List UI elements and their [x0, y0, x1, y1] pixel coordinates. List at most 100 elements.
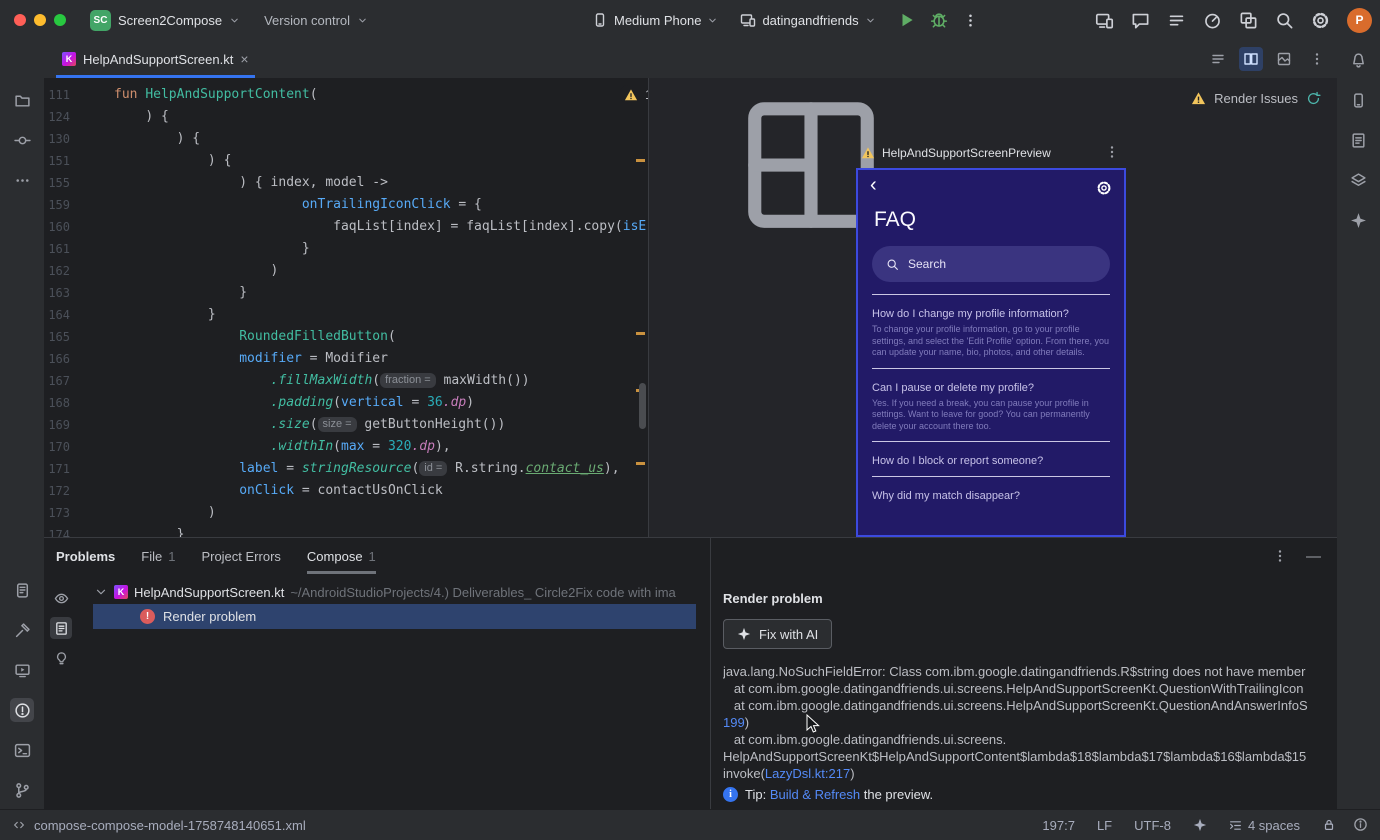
- project-tool-icon[interactable]: [10, 88, 34, 112]
- editor-mode-design-icon[interactable]: [1272, 47, 1296, 71]
- preview-phone-surface[interactable]: ‹ FAQ Search How do I change my profile …: [856, 168, 1126, 537]
- device-selector[interactable]: Medium Phone: [614, 13, 701, 28]
- gemini-tool-icon[interactable]: [1346, 208, 1370, 232]
- right-tool-stripe: [1337, 40, 1380, 810]
- problem-detail-pane: Render problem Fix with AI java.lang.NoS…: [711, 575, 1337, 810]
- version-control-tool-icon[interactable]: [10, 778, 34, 802]
- logcat-tool-icon[interactable]: [10, 578, 34, 602]
- code-line: 168 .padding(vertical = 36.dp): [48, 395, 475, 410]
- fix-with-ai-button[interactable]: Fix with AI: [723, 619, 833, 649]
- code-line: 165 RoundedFilledButton(: [48, 329, 396, 344]
- editor-scrollbar[interactable]: [639, 383, 646, 429]
- problems-file-node[interactable]: K HelpAndSupportScreen.kt ~/AndroidStudi…: [78, 580, 724, 604]
- code-line: 124 ) {: [48, 109, 169, 124]
- vcs-selector[interactable]: Version control: [264, 13, 350, 28]
- problems-tool-icon[interactable]: [10, 698, 34, 722]
- warning-stripe-mark[interactable]: [636, 332, 645, 335]
- problem-node-selected[interactable]: ! Render problem: [93, 604, 696, 629]
- caret-position[interactable]: 197:7: [1042, 818, 1075, 833]
- code-line: 164 }: [48, 307, 216, 322]
- compose-preview-pane: Render Issues HelpAndSupportScreenPrevie…: [649, 78, 1337, 537]
- mouse-cursor: [806, 714, 822, 736]
- show-details-icon[interactable]: [50, 617, 72, 639]
- stack-trace-line: at com.ibm.google.datingandfriends.ui.sc…: [723, 698, 1308, 713]
- editor-mode-code-icon[interactable]: [1206, 47, 1230, 71]
- search-placeholder: Search: [908, 257, 947, 271]
- build-tool-icon[interactable]: [10, 618, 34, 642]
- chevron-down-icon[interactable]: [94, 585, 108, 599]
- code-line: 170 .widthIn(max = 320.dp),: [48, 439, 451, 454]
- chevron-down-icon: [229, 15, 240, 26]
- indent-setting[interactable]: 4 spaces: [1229, 818, 1300, 833]
- code-line: 166 modifier = Modifier: [48, 351, 388, 366]
- build-refresh-link[interactable]: Build & Refresh: [770, 787, 860, 802]
- terminal-tool-icon[interactable]: [10, 738, 34, 762]
- macos-close-button[interactable]: [14, 14, 26, 26]
- code-line: 163 }: [48, 285, 248, 300]
- warning-stripe-mark[interactable]: [636, 159, 645, 162]
- structure-icon[interactable]: [1167, 11, 1186, 30]
- tab-file[interactable]: File 1: [141, 538, 175, 574]
- app-inspection-icon[interactable]: [1239, 11, 1258, 30]
- code-line: 171 label = stringResource(id = R.string…: [48, 461, 620, 476]
- preview-options-kebab[interactable]: [1104, 144, 1120, 160]
- stack-trace-link[interactable]: 199: [723, 715, 745, 730]
- code-line: 160 faqList[index] = faqList[index].copy…: [48, 219, 647, 234]
- tab-compose[interactable]: Compose 1: [306, 538, 376, 574]
- ai-chat-icon[interactable]: [1131, 11, 1150, 30]
- faq-item[interactable]: How do I change my profile information? T…: [872, 294, 1110, 368]
- macos-zoom-button[interactable]: [54, 14, 66, 26]
- editor-mode-split-icon[interactable]: [1239, 47, 1263, 71]
- chevron-down-icon: [707, 15, 718, 26]
- project-selector[interactable]: Screen2Compose: [118, 13, 222, 28]
- macos-minimize-button[interactable]: [34, 14, 46, 26]
- ai-status-icon[interactable]: [1193, 818, 1207, 832]
- stack-trace-link[interactable]: LazyDsl.kt:217: [765, 766, 850, 781]
- refresh-preview-icon[interactable]: [1306, 91, 1321, 106]
- file-encoding[interactable]: UTF-8: [1134, 818, 1171, 833]
- user-avatar[interactable]: P: [1347, 7, 1372, 33]
- code-line: 130 ) {: [48, 131, 201, 146]
- running-devices-tool-icon[interactable]: [10, 658, 34, 682]
- line-separator[interactable]: LF: [1097, 818, 1112, 833]
- warning-stripe-mark[interactable]: [636, 462, 645, 465]
- warning-icon: [1191, 91, 1206, 106]
- editor-tab-title: HelpAndSupportScreen.kt: [83, 51, 234, 67]
- search-everywhere-icon[interactable]: [1275, 11, 1294, 30]
- faq-item[interactable]: How do I block or report someone?: [872, 441, 1110, 476]
- tab-project-errors[interactable]: Project Errors: [201, 538, 280, 574]
- preview-problems-icon[interactable]: [50, 587, 72, 609]
- commit-tool-icon[interactable]: [10, 128, 34, 152]
- kotlin-file-icon: K: [62, 52, 76, 66]
- more-run-options-kebab[interactable]: [962, 12, 979, 29]
- editor-options-kebab[interactable]: [1305, 47, 1329, 71]
- hide-panel-icon[interactable]: —: [1306, 548, 1321, 565]
- status-file-name[interactable]: compose-compose-model-1758748140651.xml: [34, 818, 306, 833]
- panel-options-kebab[interactable]: [1272, 548, 1288, 564]
- ai-star-icon: [737, 627, 751, 641]
- write-lock-icon[interactable]: [1322, 818, 1336, 832]
- profiler-icon[interactable]: [1203, 11, 1222, 30]
- debug-button[interactable]: [930, 11, 948, 29]
- run-config-selector[interactable]: datingandfriends: [762, 13, 858, 28]
- notifications-bell-icon[interactable]: [1346, 48, 1370, 72]
- more-tool-windows-icon[interactable]: [10, 168, 34, 192]
- faq-item[interactable]: Can I pause or delete my profile? Yes. If…: [872, 367, 1110, 442]
- status-info-icon[interactable]: [1353, 817, 1368, 832]
- run-button[interactable]: [898, 11, 916, 29]
- tab-close-icon[interactable]: ×: [240, 52, 248, 66]
- back-chevron-icon: ‹: [870, 174, 877, 196]
- settings-gear-icon[interactable]: [1311, 11, 1330, 30]
- code-line: 162 ): [48, 263, 279, 278]
- editor-tab[interactable]: K HelpAndSupportScreen.kt ×: [56, 40, 255, 78]
- code-editor[interactable]: 111 fun HelpAndSupportContent(124 ) {130 …: [44, 78, 648, 537]
- quick-fix-bulb-icon[interactable]: [50, 647, 72, 669]
- device-manager-tool-icon[interactable]: [1346, 88, 1370, 112]
- faq-item[interactable]: Why did my match disappear?: [872, 476, 1110, 511]
- device-mirroring-icon[interactable]: [1095, 11, 1114, 30]
- render-issues-label[interactable]: Render Issues: [1214, 91, 1298, 106]
- device-explorer-tool-icon[interactable]: [1346, 128, 1370, 152]
- error-icon: !: [140, 609, 155, 624]
- resource-manager-tool-icon[interactable]: [1346, 168, 1370, 192]
- preview-name-label[interactable]: HelpAndSupportScreenPreview: [882, 146, 1051, 160]
